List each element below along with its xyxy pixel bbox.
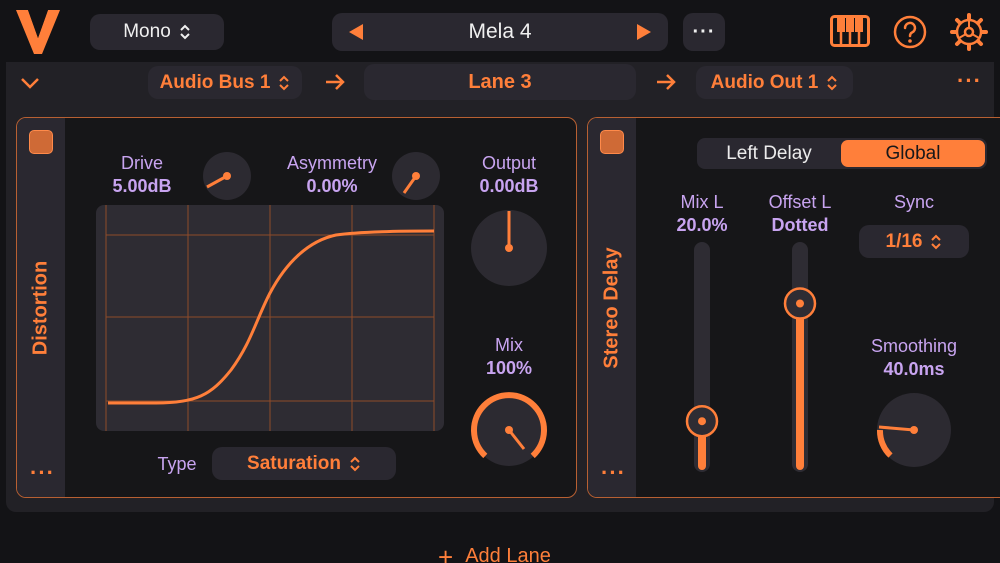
mix-value: 100% [485,358,533,378]
drive-knob[interactable] [201,150,253,202]
output-bus-label: Audio Out 1 [710,71,819,93]
tab-left-delay[interactable]: Left Delay [697,138,841,169]
previous-preset-button[interactable] [346,22,366,42]
type-selector[interactable]: Saturation [212,447,396,480]
channel-mode-label: Mono [123,21,171,42]
sync-label: Sync [893,192,935,212]
add-lane-label: Add Lane [465,545,551,563]
arrow-right-icon [326,74,345,90]
app-logo [16,10,60,54]
mix-l-value: 20.0% [676,215,728,235]
distortion-enable-toggle[interactable] [29,130,53,154]
drive-value: 5.00dB [112,176,172,196]
tab-left-delay-label: Left Delay [726,142,812,164]
input-bus-selector[interactable]: Audio Bus 1 [148,66,302,99]
collapse-chevron-icon[interactable] [20,76,40,90]
lane-name-label: Lane 3 [468,70,532,93]
mix-label: Mix [495,335,523,355]
stereo-delay-enable-toggle[interactable] [600,130,624,154]
input-bus-label: Audio Bus 1 [159,71,271,93]
delay-tab-bar: Left Delay Global [697,138,987,169]
updown-chevron-icon [180,24,190,40]
updown-chevron-icon [827,75,838,90]
settings-gear-icon[interactable] [950,13,988,51]
updown-chevron-icon [931,234,942,249]
next-preset-button[interactable] [634,22,654,42]
tab-global[interactable]: Global [841,140,985,167]
type-label: Type [157,454,197,474]
preset-menu-button[interactable]: ··· [683,13,725,51]
offset-l-slider[interactable] [780,242,820,474]
asymmetry-value: 0.00% [306,176,358,196]
updown-chevron-icon [279,75,290,90]
smoothing-label: Smoothing [870,336,958,356]
more-icon: ··· [692,20,716,43]
offset-l-value: Dotted [771,215,829,235]
sync-value: 1/16 [885,230,923,252]
add-lane-button[interactable]: + Add Lane [438,541,551,563]
type-value: Saturation [247,452,341,474]
tab-global-label: Global [885,142,941,164]
preset-bar: Mela 4 [332,13,668,51]
lane-more-button[interactable]: ··· [957,68,982,94]
updown-chevron-icon [350,456,360,471]
output-value: 0.00dB [479,176,539,196]
smoothing-knob[interactable] [875,391,953,469]
distortion-title: Distortion [29,260,52,356]
output-label: Output [481,153,537,173]
smoothing-value: 40.0ms [883,359,945,379]
output-bus-selector[interactable]: Audio Out 1 [696,66,853,99]
stereo-delay-more-button[interactable]: ··· [601,460,626,486]
lane-name[interactable]: Lane 3 [364,64,636,100]
mix-l-label: Mix L [680,192,724,212]
output-knob[interactable] [469,208,549,288]
offset-l-label: Offset L [768,192,832,212]
mix-l-slider[interactable] [682,242,722,474]
transfer-curve-graph [96,205,444,431]
drive-label: Drive [120,153,163,173]
asymmetry-label: Asymmetry [287,153,377,173]
mix-knob[interactable] [469,390,549,470]
asymmetry-knob[interactable] [390,150,442,202]
distortion-more-button[interactable]: ··· [30,460,55,486]
distortion-panel: Distortion ··· Drive 5.00dB Asymmetry 0.… [16,117,577,498]
help-icon[interactable] [893,15,927,49]
channel-mode-selector[interactable]: Mono [90,14,224,50]
sync-selector[interactable]: 1/16 [859,225,969,258]
stereo-delay-panel: Stereo Delay ··· Left Delay Global Mix L… [587,117,1000,498]
stereo-delay-title: Stereo Delay [600,247,623,369]
arrow-right-icon [657,74,676,90]
piano-keyboard-icon[interactable] [830,15,870,47]
plus-icon: + [438,541,454,563]
preset-name[interactable]: Mela 4 [468,20,531,44]
